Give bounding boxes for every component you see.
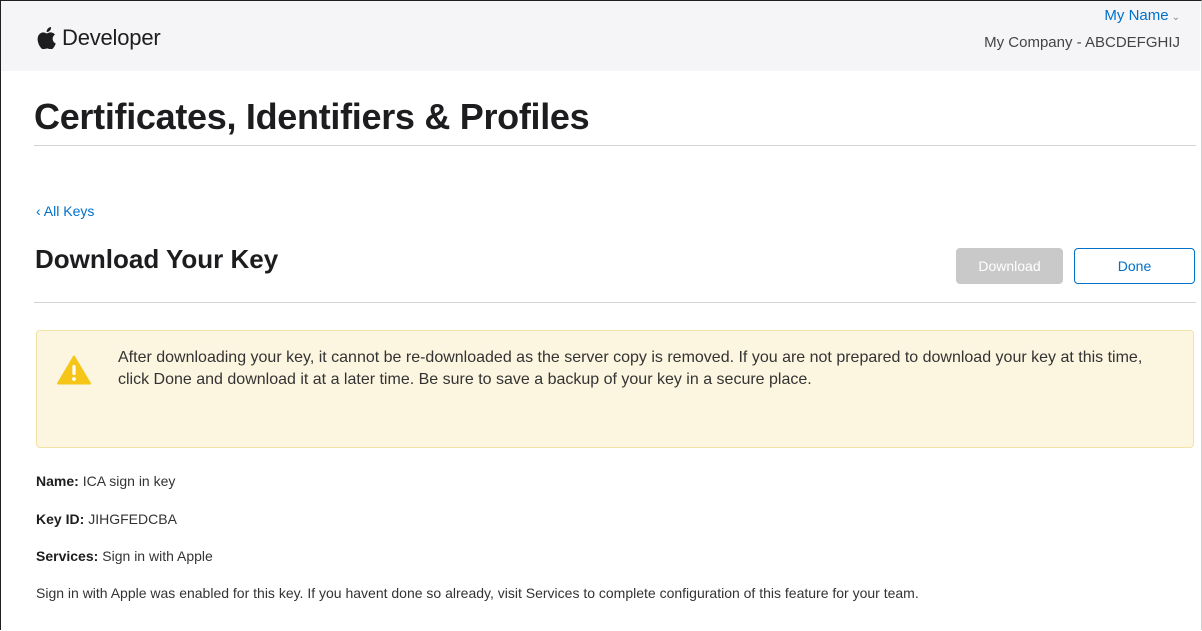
services-note: Sign in with Apple was enabled for this … (36, 585, 919, 601)
warning-banner: After downloading your key, it cannot be… (36, 330, 1194, 448)
download-button[interactable]: Download (956, 248, 1063, 284)
divider (34, 302, 1196, 303)
account-team-label: My Company - ABCDEFGHIJ (984, 34, 1180, 51)
all-keys-back-link[interactable]: ‹ All Keys (36, 203, 94, 219)
account-name-dropdown[interactable]: My Name ⌄ (984, 7, 1180, 24)
warning-text: After downloading your key, it cannot be… (118, 349, 1143, 388)
warning-icon (57, 355, 91, 385)
developer-brand[interactable]: Developer (37, 25, 161, 51)
chevron-down-icon: ⌄ (1171, 12, 1180, 23)
key-services-row: Services: Sign in with Apple (36, 548, 213, 564)
brand-text: Developer (62, 25, 161, 50)
apple-logo-icon (37, 27, 56, 49)
key-services-value: Sign in with Apple (102, 548, 213, 564)
key-id-label: Key ID: (36, 511, 85, 527)
page-frame (0, 0, 1202, 630)
key-name-label: Name: (36, 473, 79, 489)
divider (34, 145, 1196, 146)
key-name-value: ICA sign in key (82, 473, 176, 489)
key-id-row: Key ID: JIHGFEDCBA (36, 511, 177, 527)
key-name-row: Name: ICA sign in key (36, 473, 175, 489)
key-services-label: Services: (36, 548, 99, 564)
top-navigation-bar: Developer My Name ⌄ My Company - ABCDEFGH… (1, 1, 1200, 71)
done-button[interactable]: Done (1074, 248, 1195, 284)
section-title: Download Your Key (35, 244, 279, 274)
key-id-value: JIHGFEDCBA (88, 511, 177, 527)
page-title: Certificates, Identifiers & Profiles (34, 96, 590, 137)
account-menu: My Name ⌄ My Company - ABCDEFGHIJ (984, 7, 1180, 51)
account-name-label: My Name (1104, 7, 1169, 24)
